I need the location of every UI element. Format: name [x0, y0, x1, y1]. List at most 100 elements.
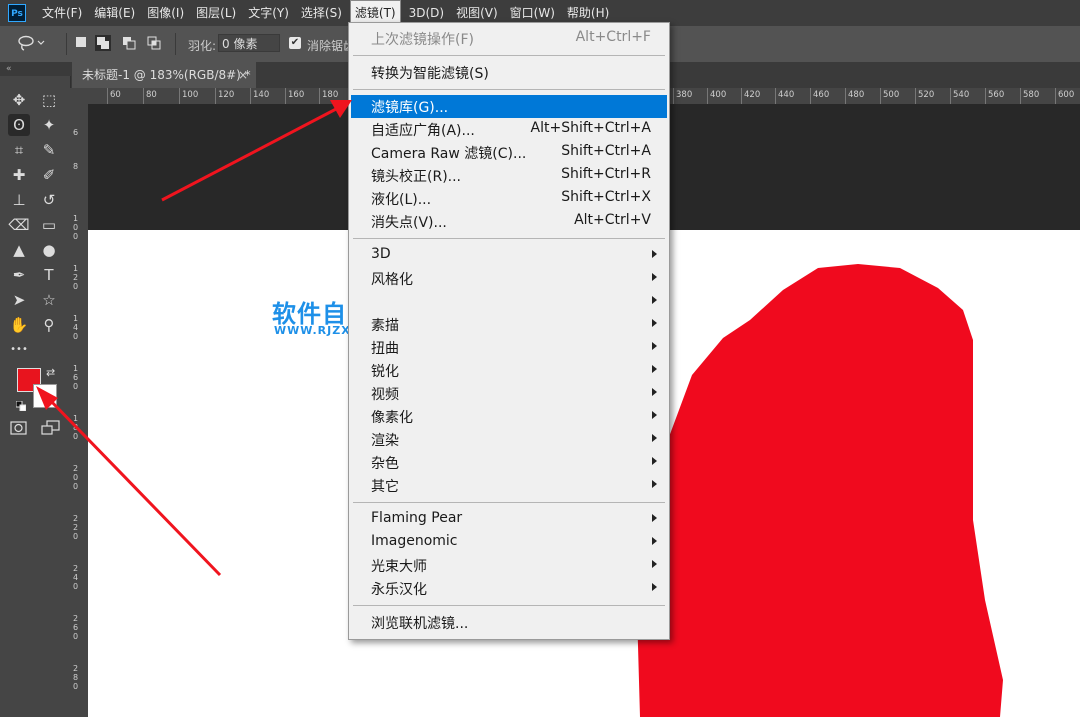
lasso-icon[interactable]: [18, 35, 45, 51]
submenu-arrow-icon: [652, 388, 657, 396]
menu-item-label: Flaming Pear: [371, 510, 463, 526]
menu-item-label: 像素化: [371, 410, 413, 426]
default-colors-icon[interactable]: [15, 400, 27, 412]
submenu-arrow-icon: [652, 457, 657, 465]
filter-menu-item[interactable]: Camera Raw 滤镜(C)... Shift+Ctrl+A: [351, 141, 667, 164]
healing-brush-tool-icon[interactable]: ✚: [8, 164, 30, 186]
ruler-tick: [950, 88, 951, 104]
filter-menu-item[interactable]: 转换为智能滤镜(S): [351, 61, 667, 84]
ruler-tick: [143, 88, 144, 104]
menu-item[interactable]: 编辑(E): [90, 0, 139, 26]
subtract-selection-icon[interactable]: [121, 35, 137, 51]
path-selection-tool-icon[interactable]: ➤: [8, 289, 30, 311]
filter-menu-item[interactable]: 杂色: [351, 451, 667, 474]
filter-menu-item[interactable]: 素描: [351, 313, 667, 336]
lasso-tool-icon[interactable]: ʘ: [8, 114, 30, 136]
menu-item-label: 其它: [371, 479, 399, 495]
ruler-tick: [285, 88, 286, 104]
submenu-arrow-icon: [652, 342, 657, 350]
gradient-tool-icon[interactable]: ▭: [38, 214, 60, 236]
filter-menu-item[interactable]: Imagenomic: [351, 531, 667, 554]
eraser-tool-icon[interactable]: ⌫: [8, 214, 30, 236]
filter-menu-item[interactable]: 风格化: [351, 267, 667, 290]
eyedropper-tool-icon[interactable]: ✎: [38, 139, 60, 161]
tab-close-icon[interactable]: ×: [238, 62, 248, 88]
antialias-checkbox[interactable]: ✔: [289, 37, 301, 49]
new-selection-icon[interactable]: [74, 35, 90, 51]
history-brush-tool-icon[interactable]: ↺: [38, 189, 60, 211]
menu-item[interactable]: 图层(L): [192, 0, 240, 26]
filter-menu-item[interactable]: Flaming Pear: [351, 508, 667, 531]
ruler-label: 160: [288, 90, 305, 100]
vertical-ruler[interactable]: 6 8 1 0 0 1 2 0 1 4 0 1 6 0 1 8 0 2 0 0 2 2 0 2 4…: [70, 104, 89, 717]
filter-menu-item[interactable]: 消失点(V)... Alt+Ctrl+V: [351, 210, 667, 233]
ruler-label: 1 6 0: [73, 364, 79, 391]
ruler-tick: [775, 88, 776, 104]
swap-colors-icon[interactable]: ⇄: [46, 367, 58, 379]
menu-item-shortcut: Shift+Ctrl+R: [561, 166, 651, 182]
intersect-selection-icon[interactable]: [146, 35, 162, 51]
quick-mask-icon[interactable]: [10, 420, 28, 436]
ruler-label: 480: [848, 90, 865, 100]
feather-input[interactable]: 0 像素: [218, 34, 280, 52]
menu-item-label: 自适应广角(A)...: [371, 123, 475, 139]
menu-item-label: 液化(L)...: [371, 192, 432, 208]
menu-separator: [353, 238, 665, 239]
menu-item[interactable]: 文件(F): [38, 0, 86, 26]
blur-tool-icon[interactable]: ▲: [8, 239, 30, 261]
filter-menu-item[interactable]: 锐化: [351, 359, 667, 382]
menu-item-label: 3D: [371, 246, 391, 262]
submenu-arrow-icon: [652, 434, 657, 442]
filter-menu-item[interactable]: 滤镜库(G)...: [351, 95, 667, 118]
screen-mode-icon[interactable]: [41, 420, 61, 436]
submenu-arrow-icon: [652, 250, 657, 258]
menu-separator: [353, 502, 665, 503]
brush-tool-icon[interactable]: ✐: [38, 164, 60, 186]
hand-tool-icon[interactable]: ✋: [8, 314, 30, 336]
filter-menu-item[interactable]: 镜头校正(R)... Shift+Ctrl+R: [351, 164, 667, 187]
filter-menu-item[interactable]: 视频: [351, 382, 667, 405]
filter-menu-item[interactable]: 扭曲: [351, 336, 667, 359]
ruler-label: 560: [988, 90, 1005, 100]
move-tool-icon[interactable]: ✥: [8, 89, 30, 111]
divider: [66, 33, 67, 55]
pen-tool-icon[interactable]: ✒: [8, 264, 30, 286]
stamp-tool-icon[interactable]: ⊥: [8, 189, 30, 211]
background-color-swatch[interactable]: [33, 384, 57, 408]
type-tool-icon[interactable]: T: [38, 264, 60, 286]
menu-item-shortcut: Shift+Ctrl+X: [561, 189, 651, 205]
ruler-label: 2 4 0: [73, 564, 79, 591]
zoom-tool-icon[interactable]: ⚲: [38, 314, 60, 336]
filter-menu-item[interactable]: 永乐汉化: [351, 577, 667, 600]
shape-tool-icon[interactable]: ☆: [38, 289, 60, 311]
ruler-label: 520: [918, 90, 935, 100]
ruler-tick: [810, 88, 811, 104]
dodge-tool-icon[interactable]: ●: [38, 239, 60, 261]
menu-item[interactable]: 图像(I): [143, 0, 188, 26]
menu-item-label: Camera Raw 滤镜(C)...: [371, 146, 527, 162]
more-tools-icon[interactable]: •••: [8, 339, 30, 361]
marquee-tool-icon[interactable]: ⬚: [38, 89, 60, 111]
menu-item-label: 永乐汉化: [371, 582, 427, 598]
submenu-arrow-icon: [652, 537, 657, 545]
ruler-label: 6: [73, 128, 79, 137]
filter-menu-item[interactable]: 其它: [351, 474, 667, 497]
toolbar-collapse-handle[interactable]: «: [0, 62, 70, 76]
add-selection-icon[interactable]: [95, 35, 111, 51]
menu-item[interactable]: 选择(S): [297, 0, 346, 26]
magic-wand-tool-icon[interactable]: ✦: [38, 114, 60, 136]
menu-item-label: 渲染: [371, 433, 399, 449]
ruler-tick: [673, 88, 674, 104]
filter-menu-item[interactable]: [351, 290, 667, 313]
filter-menu-item[interactable]: 自适应广角(A)... Alt+Shift+Ctrl+A: [351, 118, 667, 141]
menu-item[interactable]: 文字(Y): [244, 0, 293, 26]
document-tab[interactable]: 未标题-1 @ 183%(RGB/8#) *: [72, 62, 256, 88]
crop-tool-icon[interactable]: ⌗: [8, 139, 30, 161]
filter-menu-item[interactable]: 像素化: [351, 405, 667, 428]
menu-item-label: 风格化: [371, 272, 413, 288]
filter-menu-item[interactable]: 渲染: [351, 428, 667, 451]
filter-menu-item[interactable]: 液化(L)... Shift+Ctrl+X: [351, 187, 667, 210]
filter-menu-item[interactable]: 光束大师: [351, 554, 667, 577]
filter-menu-item[interactable]: 浏览联机滤镜...: [351, 611, 667, 634]
filter-menu-item[interactable]: 3D: [351, 244, 667, 267]
